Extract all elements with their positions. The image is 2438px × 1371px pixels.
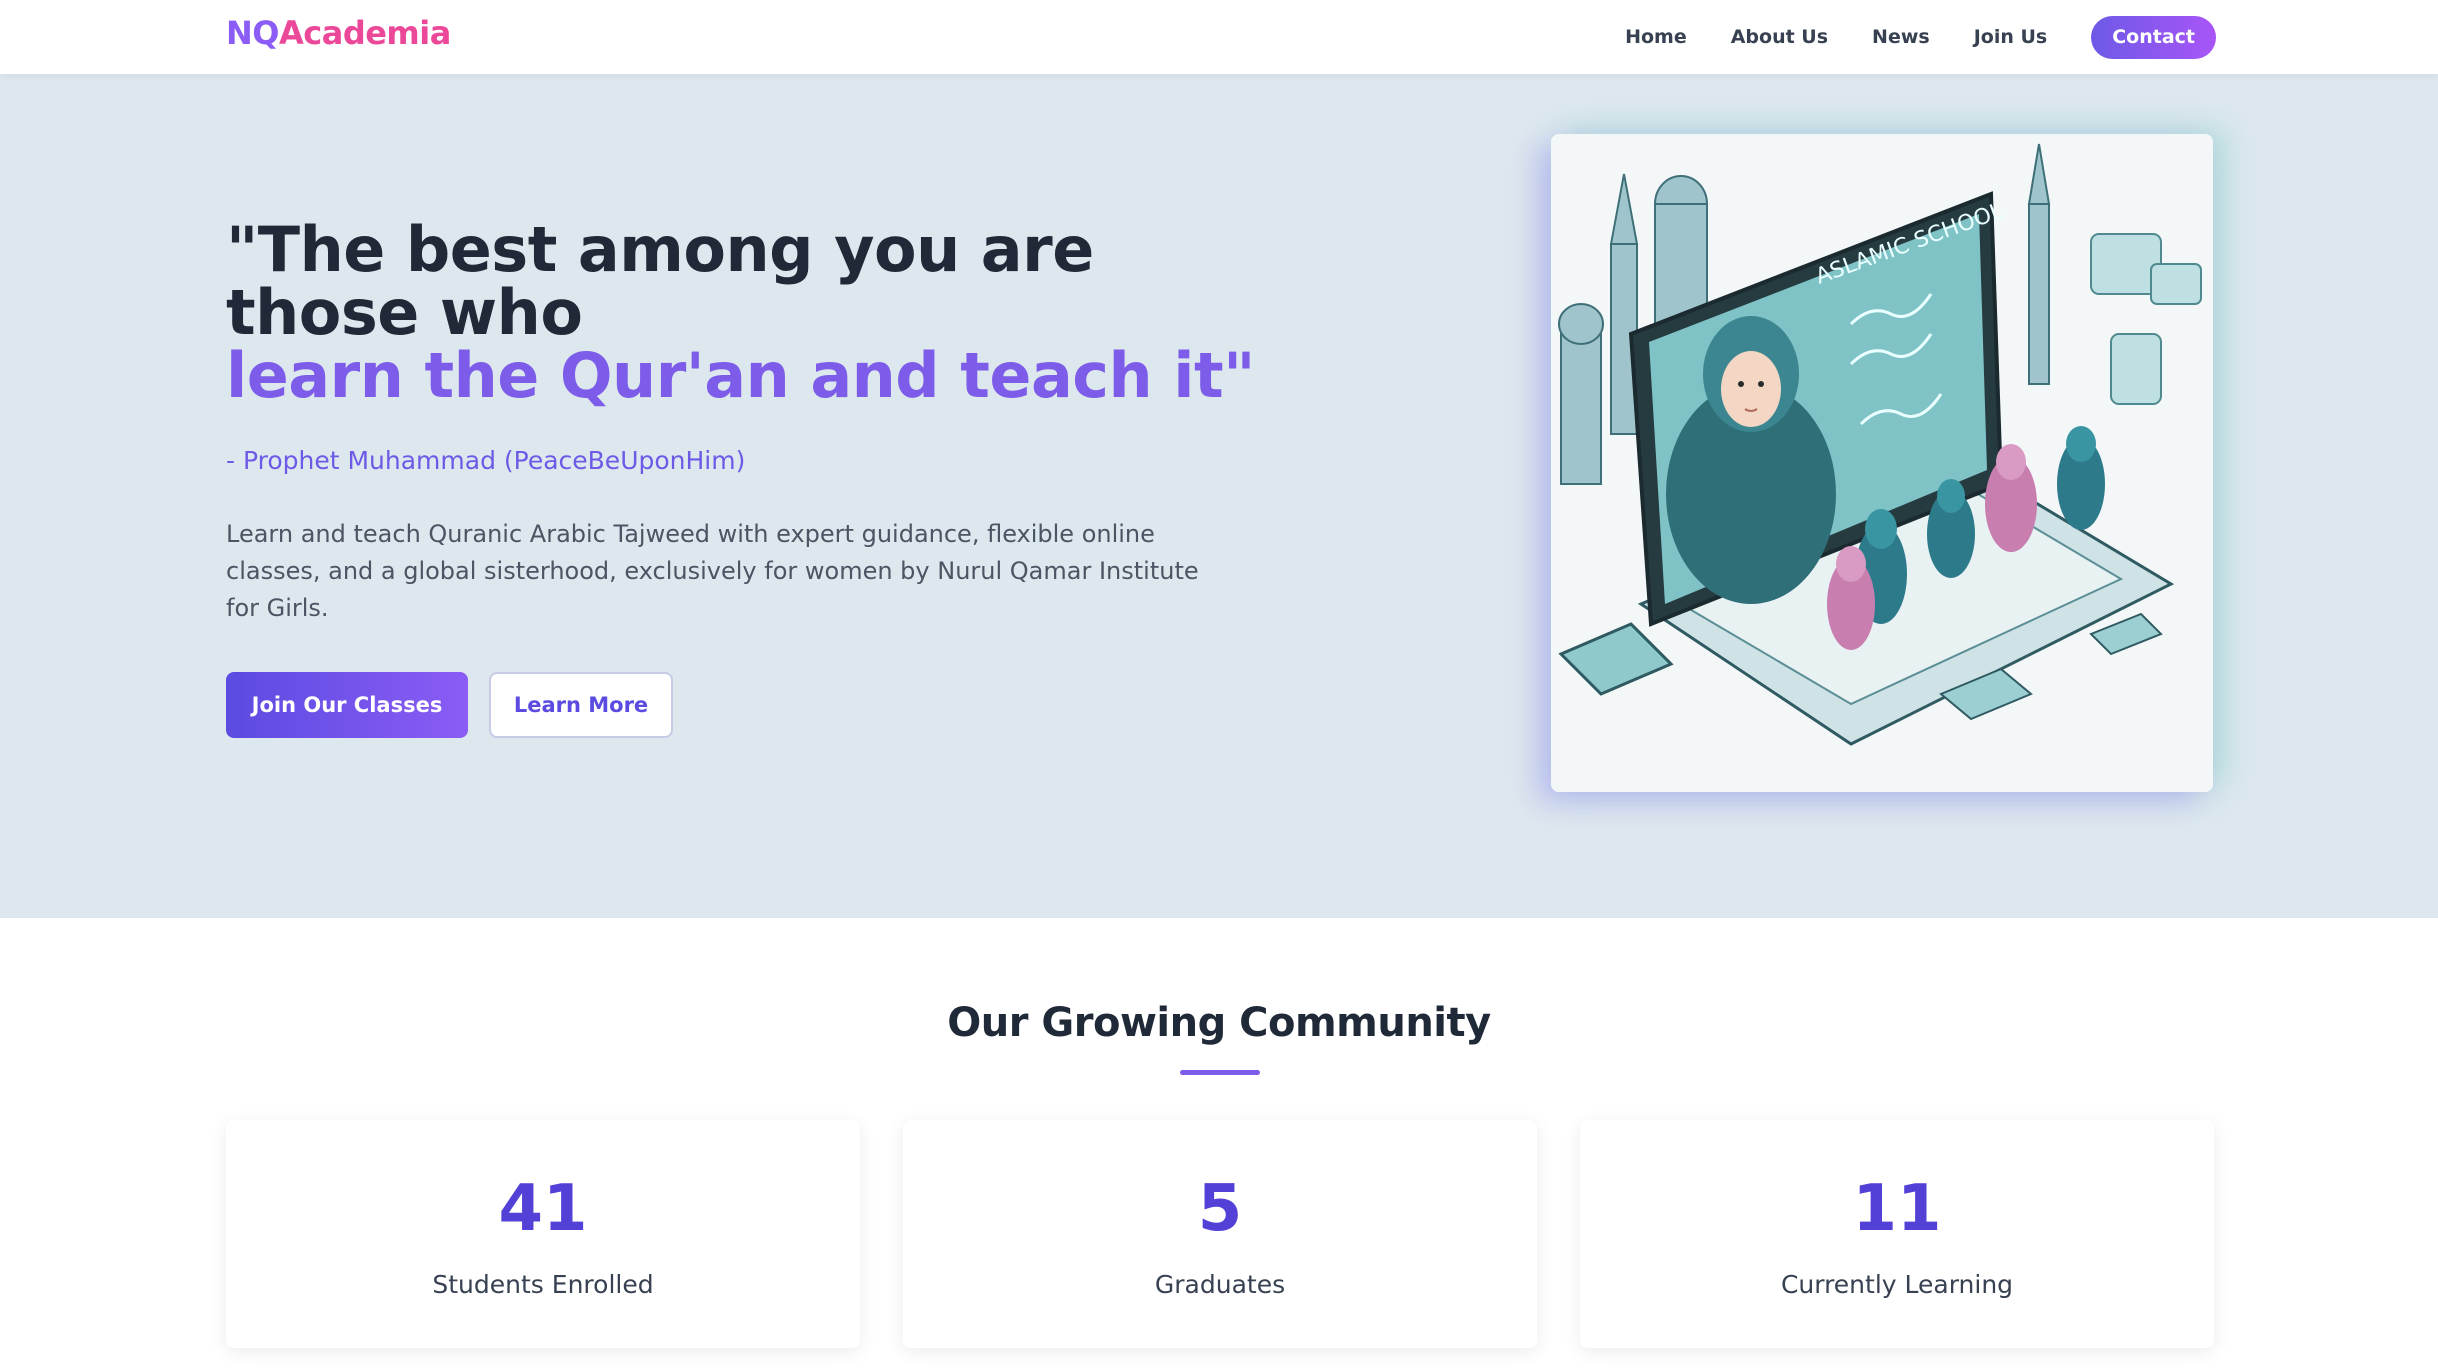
stat-value: 11 [1852, 1172, 1942, 1246]
quote-line-2: those who [226, 276, 583, 349]
title-underline [1180, 1070, 1260, 1075]
hero-section: "The best among you are those who learn … [0, 74, 2438, 918]
stat-card-learning: 11 Currently Learning [1580, 1120, 2214, 1348]
quote-attribution: - Prophet Muhammad (PeaceBeUponHim) [226, 446, 746, 475]
community-title: Our Growing Community [947, 1000, 1491, 1046]
nav-links: Home About Us News Join Us Contact [1625, 14, 2216, 60]
nav-join-us[interactable]: Join Us [1974, 26, 2048, 48]
nav-home[interactable]: Home [1625, 26, 1687, 48]
stat-label: Currently Learning [1780, 1270, 2014, 1299]
hero-illustration-svg: ASLAMIC SCHOOL [1551, 134, 2213, 792]
learn-more-button[interactable]: Learn More [489, 672, 673, 738]
stat-value: 5 [1197, 1172, 1243, 1246]
stat-value: 41 [498, 1172, 588, 1246]
logo-nq: NQ [226, 14, 279, 52]
stat-label: Graduates [1154, 1270, 1286, 1299]
navbar: NQAcademia Home About Us News Join Us Co… [0, 0, 2438, 74]
stat-card-students: 41 Students Enrolled [226, 1120, 860, 1348]
quote-line-1: "The best among you are [226, 213, 1094, 286]
site-logo[interactable]: NQAcademia [226, 14, 451, 52]
contact-button[interactable]: Contact [2091, 15, 2216, 59]
quote-accent: learn the Qur'an and teach it" [226, 339, 1255, 412]
nav-about-us[interactable]: About Us [1731, 26, 1828, 48]
stat-label: Students Enrolled [432, 1270, 654, 1299]
join-classes-button[interactable]: Join Our Classes [226, 672, 468, 738]
hero-description: Learn and teach Quranic Arabic Tajweed w… [226, 520, 1199, 622]
stat-card-graduates: 5 Graduates [903, 1120, 1537, 1348]
hero-illustration: ASLAMIC SCHOOL [1551, 134, 2213, 792]
hero-quote: "The best among you are those who learn … [226, 218, 1326, 407]
nav-news[interactable]: News [1872, 26, 1930, 48]
logo-academia: Academia [278, 14, 451, 52]
